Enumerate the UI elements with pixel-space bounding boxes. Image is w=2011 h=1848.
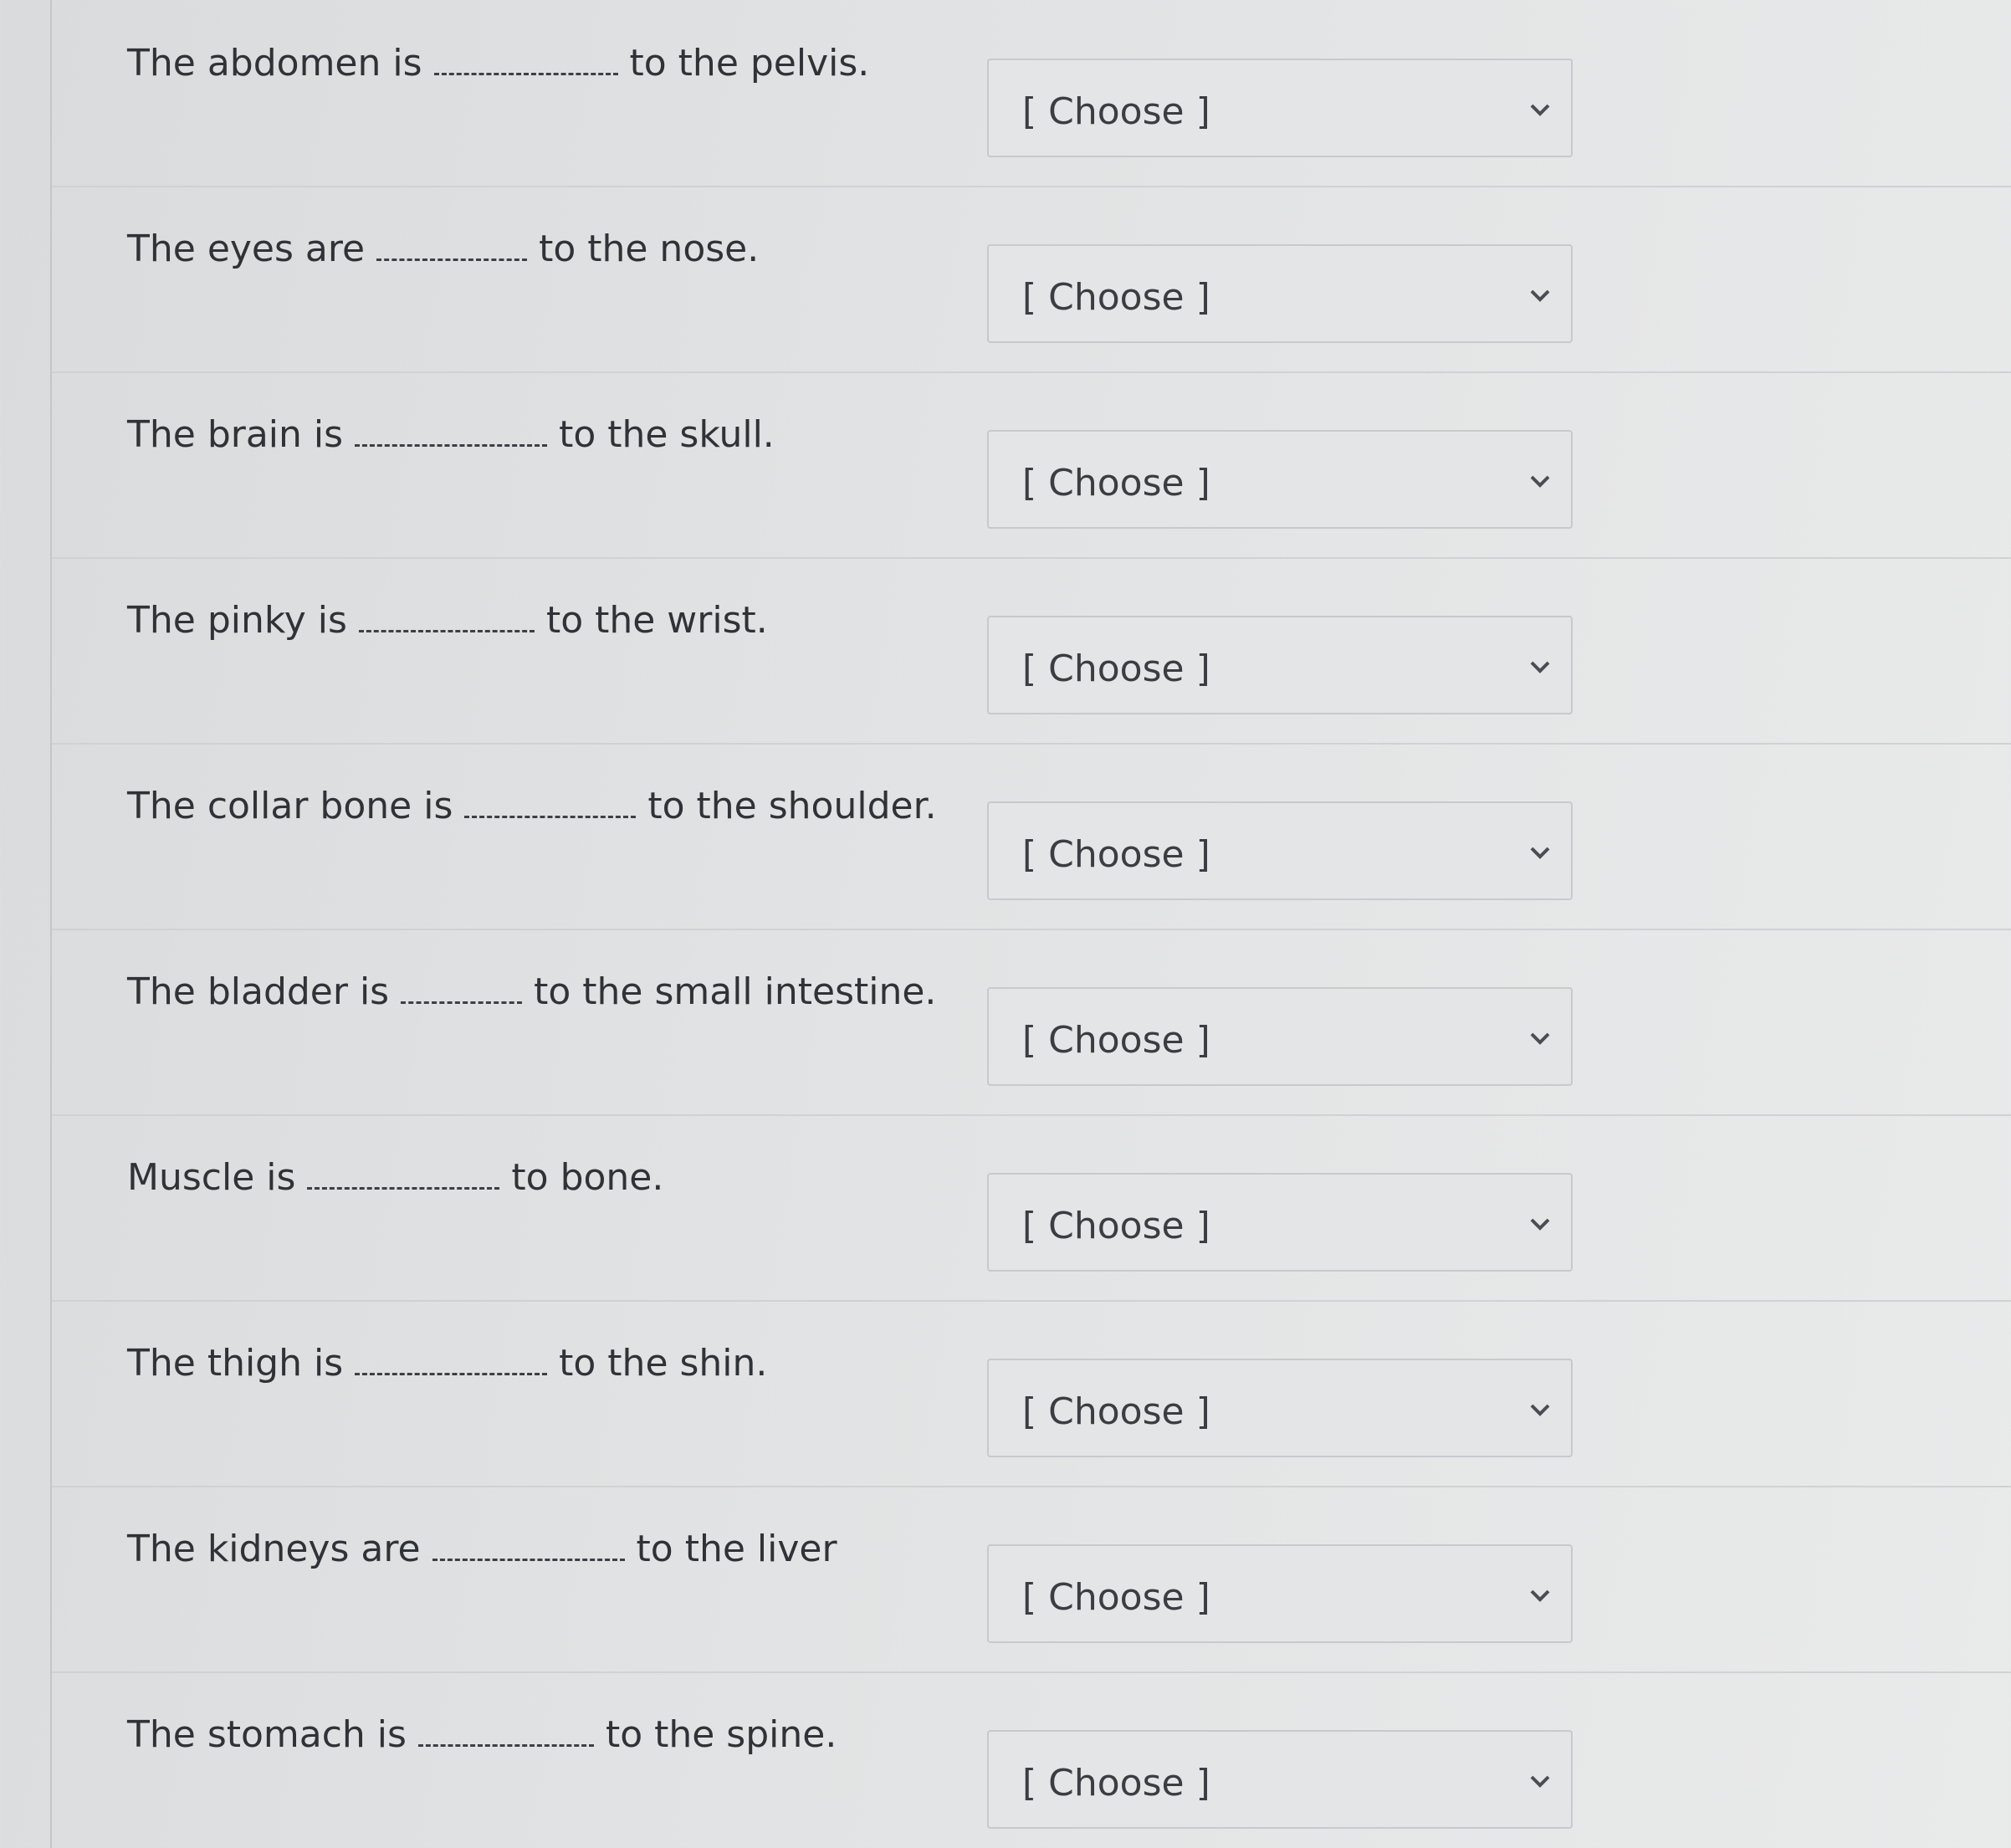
dropdown-value: [ Choose ]: [1022, 1390, 1210, 1433]
question-lead: The pinky is: [127, 599, 347, 642]
chevron-down-icon: [1530, 661, 1550, 673]
question-tail: to the spine.: [605, 1713, 837, 1756]
question-text: The pinky is to the wrist.: [127, 599, 768, 642]
answer-dropdown[interactable]: [ Choose ]: [987, 1173, 1573, 1272]
question-row: The stomach is to the spine. [ Choose ]: [52, 1671, 2011, 1848]
question-row: The bladder is to the small intestine. [ …: [52, 929, 2011, 1116]
question-tail: to the small intestine.: [534, 970, 937, 1013]
question-row: The pinky is to the wrist. [ Choose ]: [52, 557, 2011, 745]
question-text: Muscle is to bone.: [127, 1156, 663, 1199]
answer-blank: [433, 48, 618, 75]
answer-blank: [401, 976, 523, 1004]
dropdown-value: [ Choose ]: [1022, 462, 1210, 504]
answer-dropdown[interactable]: [ Choose ]: [987, 616, 1573, 714]
answer-dropdown[interactable]: [ Choose ]: [987, 1730, 1573, 1829]
chevron-down-icon: [1530, 1404, 1550, 1416]
question-row: The abdomen is to the pelvis. [ Choose ]: [52, 0, 2011, 187]
answer-blank: [307, 1162, 500, 1190]
dropdown-value: [ Choose ]: [1022, 276, 1210, 319]
question-lead: Muscle is: [127, 1156, 296, 1199]
question-row: The kidneys are to the liver [ Choose ]: [52, 1486, 2011, 1673]
chevron-down-icon: [1530, 1218, 1550, 1231]
question-text: The bladder is to the small intestine.: [127, 970, 936, 1013]
dropdown-value: [ Choose ]: [1022, 1205, 1210, 1247]
answer-blank: [358, 605, 535, 632]
chevron-down-icon: [1530, 847, 1550, 859]
dropdown-value: [ Choose ]: [1022, 1762, 1210, 1804]
chevron-down-icon: [1530, 104, 1550, 116]
question-lead: The brain is: [127, 413, 344, 456]
answer-blank: [417, 1719, 594, 1747]
question-lead: The collar bone is: [127, 785, 453, 827]
answer-blank: [464, 791, 637, 818]
question-text: The stomach is to the spine.: [127, 1713, 837, 1756]
question-lead: The thigh is: [127, 1342, 344, 1385]
question-text: The thigh is to the shin.: [127, 1342, 767, 1385]
question-row: The brain is to the skull. [ Choose ]: [52, 371, 2011, 559]
chevron-down-icon: [1530, 1775, 1550, 1788]
question-tail: to the liver: [636, 1528, 837, 1570]
answer-blank: [355, 1348, 548, 1375]
question-tail: to the skull.: [559, 413, 775, 456]
question-text: The kidneys are to the liver: [127, 1528, 837, 1570]
question-lead: The stomach is: [127, 1713, 407, 1756]
dropdown-value: [ Choose ]: [1022, 833, 1210, 876]
question-text: The eyes are to the nose.: [127, 228, 759, 270]
question-row: The collar bone is to the shoulder. [ Cho…: [52, 743, 2011, 930]
question-lead: The bladder is: [127, 970, 390, 1013]
answer-dropdown[interactable]: [ Choose ]: [987, 801, 1573, 900]
dropdown-value: [ Choose ]: [1022, 1019, 1210, 1062]
answer-dropdown[interactable]: [ Choose ]: [987, 987, 1573, 1086]
question-lead: The kidneys are: [127, 1528, 421, 1570]
question-tail: to the pelvis.: [629, 42, 870, 84]
answer-dropdown[interactable]: [ Choose ]: [987, 59, 1573, 157]
chevron-down-icon: [1530, 1032, 1550, 1045]
dropdown-value: [ Choose ]: [1022, 1576, 1210, 1619]
question-row: The eyes are to the nose. [ Choose ]: [52, 186, 2011, 373]
chevron-down-icon: [1530, 1589, 1550, 1602]
answer-dropdown[interactable]: [ Choose ]: [987, 1359, 1573, 1457]
question-row: The thigh is to the shin. [ Choose ]: [52, 1300, 2011, 1487]
question-lead: The eyes are: [127, 228, 366, 270]
question-tail: to the shoulder.: [647, 785, 937, 827]
question-tail: to bone.: [511, 1156, 664, 1199]
answer-blank: [355, 419, 548, 447]
question-text: The collar bone is to the shoulder.: [127, 785, 937, 827]
question-tail: to the nose.: [539, 228, 760, 270]
answer-dropdown[interactable]: [ Choose ]: [987, 1544, 1573, 1643]
dropdown-value: [ Choose ]: [1022, 648, 1210, 690]
question-text: The brain is to the skull.: [127, 413, 775, 456]
question-row: Muscle is to bone. [ Choose ]: [52, 1114, 2011, 1302]
answer-blank: [432, 1533, 625, 1561]
answer-dropdown[interactable]: [ Choose ]: [987, 244, 1573, 343]
question-tail: to the wrist.: [545, 599, 768, 642]
question-tail: to the shin.: [559, 1342, 768, 1385]
answer-blank: [376, 233, 528, 261]
matching-quiz: The abdomen is to the pelvis. [ Choose ] …: [50, 0, 2011, 1848]
chevron-down-icon: [1530, 289, 1550, 302]
question-lead: The abdomen is: [127, 42, 422, 84]
chevron-down-icon: [1530, 475, 1550, 488]
dropdown-value: [ Choose ]: [1022, 90, 1210, 133]
answer-dropdown[interactable]: [ Choose ]: [987, 430, 1573, 529]
question-text: The abdomen is to the pelvis.: [127, 42, 869, 84]
